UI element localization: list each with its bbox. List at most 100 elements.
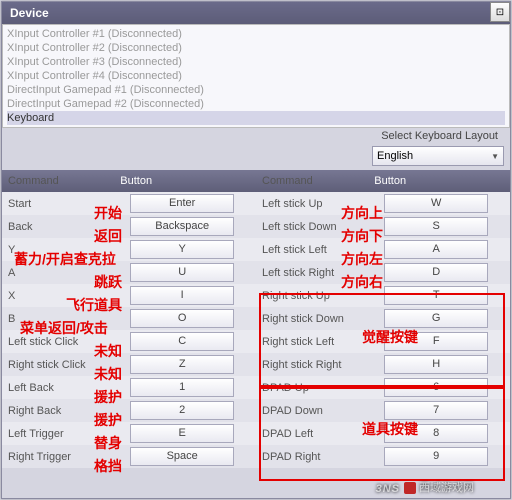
cmd-label: B xyxy=(2,313,108,325)
keyboard-layout-select[interactable]: English ▼ xyxy=(372,146,504,166)
device-item[interactable]: XInput Controller #3 (Disconnected) xyxy=(7,55,505,69)
keyboard-layout-value: English xyxy=(377,150,413,162)
table-row: Right stick Down G xyxy=(256,307,510,330)
cmd-label: DPAD Up xyxy=(256,382,362,394)
binding-field[interactable]: 7 xyxy=(384,401,488,420)
watermark-icon xyxy=(404,482,416,494)
watermark-brand: 3NS xyxy=(376,483,400,495)
cmd-label: Left stick Left xyxy=(256,244,362,256)
bindings-col-left: Command Button StartEnter BackBackspace … xyxy=(2,170,256,468)
binding-field[interactable]: 9 xyxy=(384,447,488,466)
binding-field[interactable]: I xyxy=(130,286,234,305)
binding-field[interactable]: Z xyxy=(130,355,234,374)
cmd-label: A xyxy=(2,267,108,279)
cmd-label: Y xyxy=(2,244,108,256)
table-header: Command Button xyxy=(256,170,510,192)
device-item[interactable]: XInput Controller #4 (Disconnected) xyxy=(7,69,505,83)
device-item[interactable]: Keyboard xyxy=(7,111,505,125)
cmd-label: DPAD Left xyxy=(256,428,362,440)
binding-field[interactable]: 1 xyxy=(130,378,234,397)
watermark-site: 西域游戏网 xyxy=(404,479,474,495)
window-button[interactable]: ⊡ xyxy=(490,2,510,22)
header-button: Button xyxy=(100,175,256,187)
table-row: DPAD Up 6 xyxy=(256,376,510,399)
binding-field[interactable]: E xyxy=(130,424,234,443)
window-button-icon: ⊡ xyxy=(496,7,504,18)
table-row: Right Trigger Space xyxy=(2,445,256,468)
table-row: YY xyxy=(2,238,256,261)
cmd-label: Right stick Click xyxy=(2,359,108,371)
binding-field[interactable]: Space xyxy=(130,447,234,466)
binding-field[interactable]: S xyxy=(384,217,488,236)
cmd-label: Left stick Down xyxy=(256,221,362,233)
table-row: Right stick Click Z xyxy=(2,353,256,376)
binding-field[interactable]: Backspace xyxy=(130,217,234,236)
cmd-label: X xyxy=(2,290,108,302)
binding-field[interactable]: F xyxy=(384,332,488,351)
binding-field[interactable]: U xyxy=(130,263,234,282)
cmd-label: Left Back xyxy=(2,382,108,394)
chevron-down-icon: ▼ xyxy=(491,152,499,161)
cmd-label: Left stick Up xyxy=(256,198,362,210)
binding-field[interactable]: 2 xyxy=(130,401,234,420)
header-button: Button xyxy=(354,175,510,187)
binding-field[interactable]: 8 xyxy=(384,424,488,443)
cmd-label: DPAD Right xyxy=(256,451,362,463)
table-row: Left Back 1 xyxy=(2,376,256,399)
table-row: XI xyxy=(2,284,256,307)
binding-field[interactable]: C xyxy=(130,332,234,351)
binding-field[interactable]: 6 xyxy=(384,378,488,397)
table-row: Back Backspace xyxy=(2,215,256,238)
table-row: Left stick Click C xyxy=(2,330,256,353)
cmd-label: Start xyxy=(2,198,108,210)
device-panel-title: Device xyxy=(2,2,510,24)
binding-field[interactable]: Enter xyxy=(130,194,234,213)
binding-field[interactable]: A xyxy=(384,240,488,259)
cmd-label: Left stick Click xyxy=(2,336,108,348)
table-row: DPAD Left 8 xyxy=(256,422,510,445)
device-item[interactable]: XInput Controller #2 (Disconnected) xyxy=(7,41,505,55)
cmd-label: Right stick Down xyxy=(256,313,362,325)
cmd-label: Right Trigger xyxy=(2,451,108,463)
dialog: ⊡ Device XInput Controller #1 (Disconnec… xyxy=(1,1,511,499)
table-row: BO xyxy=(2,307,256,330)
table-row: Right Back 2 xyxy=(2,399,256,422)
device-list[interactable]: XInput Controller #1 (Disconnected) XInp… xyxy=(2,24,510,128)
table-header: Command Button xyxy=(2,170,256,192)
table-row: Right stick Up T xyxy=(256,284,510,307)
keyboard-layout-row: Select Keyboard Layout xyxy=(2,128,510,146)
cmd-label: DPAD Down xyxy=(256,405,362,417)
device-item[interactable]: XInput Controller #1 (Disconnected) xyxy=(7,27,505,41)
binding-field[interactable]: W xyxy=(384,194,488,213)
cmd-label: Right stick Up xyxy=(256,290,362,302)
cmd-label: Right Back xyxy=(2,405,108,417)
cmd-label: Right stick Right xyxy=(256,359,362,371)
binding-field[interactable]: G xyxy=(384,309,488,328)
table-row: Left stick Left A xyxy=(256,238,510,261)
binding-field[interactable]: H xyxy=(384,355,488,374)
binding-field[interactable]: T xyxy=(384,286,488,305)
table-row: Left stick Down S xyxy=(256,215,510,238)
table-row: Left stick Up W xyxy=(256,192,510,215)
table-row: DPAD Right 9 xyxy=(256,445,510,468)
cmd-label: Back xyxy=(2,221,108,233)
binding-field[interactable]: D xyxy=(384,263,488,282)
cmd-label: Left Trigger xyxy=(2,428,108,440)
device-item[interactable]: DirectInput Gamepad #1 (Disconnected) xyxy=(7,83,505,97)
cmd-label: Left stick Right xyxy=(256,267,362,279)
binding-field[interactable]: Y xyxy=(130,240,234,259)
cmd-label: Right stick Left xyxy=(256,336,362,348)
table-row: Left stick Right D xyxy=(256,261,510,284)
device-item[interactable]: DirectInput Gamepad #2 (Disconnected) xyxy=(7,97,505,111)
header-command: Command xyxy=(2,175,100,187)
bindings-table: Command Button StartEnter BackBackspace … xyxy=(2,170,510,468)
table-row: AU xyxy=(2,261,256,284)
header-command: Command xyxy=(256,175,354,187)
binding-field[interactable]: O xyxy=(130,309,234,328)
table-row: Left Trigger E xyxy=(2,422,256,445)
keyboard-layout-label: Select Keyboard Layout xyxy=(381,130,498,142)
table-row: DPAD Down 7 xyxy=(256,399,510,422)
bindings-col-right: Command Button Left stick Up W Left stick… xyxy=(256,170,510,468)
table-row: Right stick Left F xyxy=(256,330,510,353)
table-row: Right stick Right H xyxy=(256,353,510,376)
